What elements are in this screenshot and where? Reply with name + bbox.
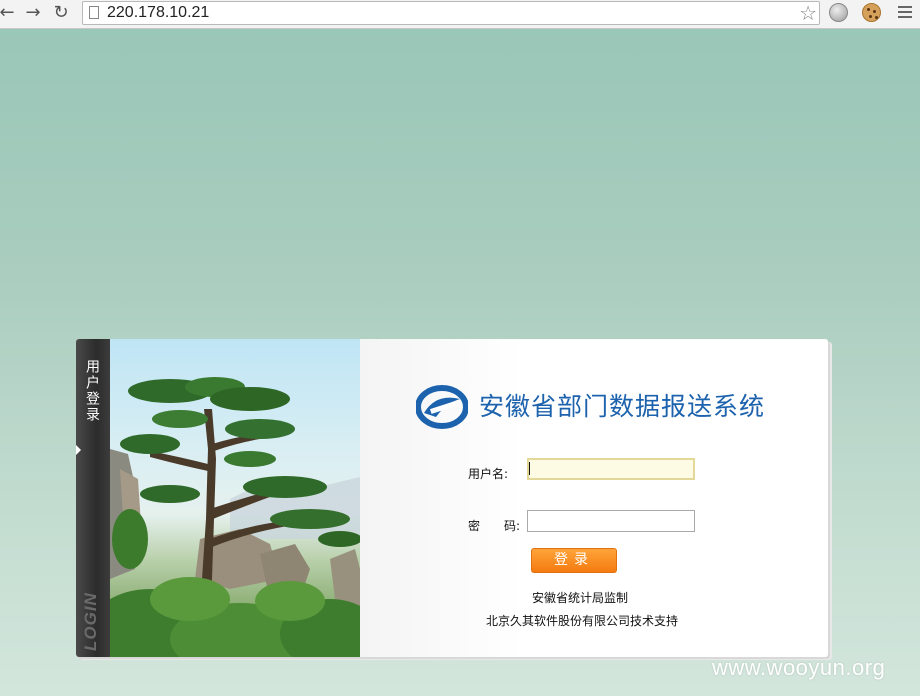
supervisor-text: 安徽省统计局监制 xyxy=(532,591,629,605)
star-icon[interactable]: ☆ xyxy=(799,2,817,24)
watermark: www.wooyun.org xyxy=(712,655,886,680)
pine-tree-illustration xyxy=(110,377,360,657)
cookie-icon[interactable] xyxy=(862,3,881,22)
browser-toolbar: ← → ↻ 220.178.10.21 ☆ xyxy=(0,0,920,29)
password-label: 密 码: xyxy=(468,519,521,533)
text-caret xyxy=(529,462,530,475)
pine-tree-image xyxy=(110,339,360,657)
side-tab: 用户登录 LOGIN xyxy=(76,339,110,657)
password-input[interactable] xyxy=(527,510,695,532)
page-icon xyxy=(89,6,99,19)
tech-support-text: 北京久其软件股份有限公司技术支持 xyxy=(486,614,679,628)
system-logo-icon xyxy=(416,385,468,429)
side-tab-login-text: LOGIN xyxy=(81,592,100,651)
forward-icon[interactable]: → xyxy=(22,3,44,23)
username-label: 用户名: xyxy=(468,467,509,481)
menu-icon[interactable] xyxy=(898,6,912,21)
login-button[interactable]: 登录 xyxy=(531,548,617,573)
back-icon[interactable]: ← xyxy=(0,3,18,23)
login-panel: 用户登录 LOGIN 安徽省部门数据报送系统 用户名: 密 码: 登录 安徽省统… xyxy=(76,339,828,657)
system-title: 安徽省部门数据报送系统 xyxy=(479,392,766,421)
url-text[interactable]: 220.178.10.21 xyxy=(107,4,209,22)
username-input[interactable] xyxy=(527,458,695,480)
reload-icon[interactable]: ↻ xyxy=(50,3,72,23)
tab-notch xyxy=(76,445,81,455)
globe-icon[interactable] xyxy=(829,3,848,22)
side-tab-label: 用户登录 xyxy=(84,359,100,423)
address-bar[interactable]: 220.178.10.21 ☆ xyxy=(82,1,820,25)
